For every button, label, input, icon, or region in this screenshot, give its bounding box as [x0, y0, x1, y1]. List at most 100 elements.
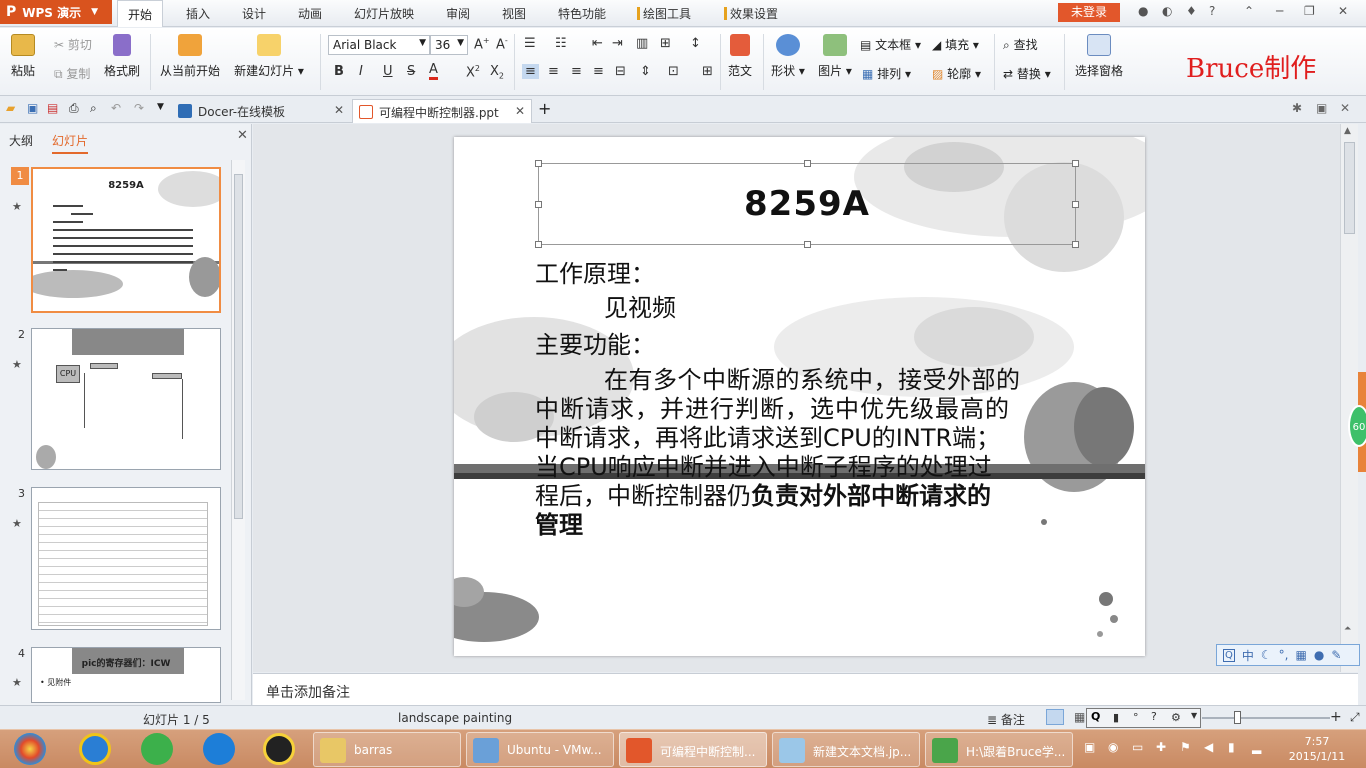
tab-view[interactable]: 视图	[502, 5, 526, 22]
redo-icon[interactable]: ↷	[134, 101, 144, 115]
bullets-icon[interactable]: ☰	[524, 36, 536, 51]
font-color-icon[interactable]: A	[429, 62, 438, 80]
align-left-icon[interactable]: ≡	[522, 64, 539, 79]
resize-handle[interactable]	[804, 241, 811, 248]
chevron-down-icon[interactable]: ▼	[1191, 711, 1197, 720]
arrange-button[interactable]: ▦ 排列 ▾	[862, 65, 911, 82]
resize-handle[interactable]	[535, 160, 542, 167]
zoom-slider-thumb[interactable]	[1234, 711, 1241, 724]
taskbar-item-explorer[interactable]: H:\跟着Bruce学...	[925, 732, 1073, 767]
restore-doc-icon[interactable]: ▣	[1316, 101, 1327, 115]
prev-slide-icon[interactable]: ⏶	[1344, 624, 1351, 634]
slide-thumbnail-4[interactable]: pic的寄存器们：ICW • 见附件	[31, 647, 221, 703]
find-button[interactable]: ⌕ 查找	[1003, 36, 1038, 53]
font-name-select[interactable]: Arial Black ▼	[328, 35, 430, 55]
distribute-icon[interactable]: ⊟	[615, 64, 626, 79]
resize-handle[interactable]	[535, 241, 542, 248]
ime-logo-icon[interactable]: Q	[1223, 648, 1235, 662]
increase-indent-icon[interactable]: ⇥	[612, 36, 623, 51]
taskbar-item-vmware[interactable]: Ubuntu - VMw...	[466, 732, 614, 767]
text-direction-icon[interactable]: ⊞	[660, 36, 671, 51]
maximize-icon[interactable]: ❐	[1304, 4, 1315, 18]
notes-toggle[interactable]: ≣ 备注	[987, 711, 1025, 728]
tray-app-icon[interactable]: ▣	[1084, 740, 1095, 754]
start-button-icon[interactable]	[14, 733, 46, 765]
normal-view-icon[interactable]	[1046, 709, 1064, 725]
font-size-select[interactable]: 36 ▼	[430, 35, 468, 55]
italic-icon[interactable]: I	[359, 64, 363, 79]
outline-button[interactable]: ▨ 轮廓 ▾	[932, 65, 981, 82]
resize-handle[interactable]	[1072, 241, 1079, 248]
wrench-icon[interactable]: ✎	[1331, 648, 1341, 662]
q-icon[interactable]: Q	[1091, 710, 1100, 723]
slide-thumbnail-2[interactable]: CPU	[31, 328, 221, 470]
collapse-ribbon-icon[interactable]: ⌃	[1244, 4, 1254, 18]
body-line-3[interactable]: 中断请求，再将此请求送到CPU的INTR端；	[535, 423, 1000, 453]
open-folder-icon[interactable]: ▰	[6, 101, 15, 115]
qq-icon[interactable]	[263, 733, 295, 765]
tab-review[interactable]: 审阅	[446, 5, 470, 22]
selection-pane-button[interactable]: 选择窗格	[1072, 32, 1126, 79]
play-from-current-button[interactable]: 从当前开始	[158, 32, 222, 79]
resize-handle[interactable]	[804, 160, 811, 167]
tray-flag-icon[interactable]: ⚑	[1180, 740, 1191, 754]
textbox-button[interactable]: ▤ 文本框 ▾	[860, 36, 921, 53]
zoom-slider[interactable]	[1202, 717, 1330, 719]
battery-icon[interactable]: ▮	[1228, 740, 1235, 754]
line-spacing-icon[interactable]: ↕	[690, 36, 701, 51]
notes-placeholder[interactable]: 单击添加备注	[266, 682, 350, 702]
close-doc-icon[interactable]: ✕	[1340, 101, 1350, 115]
tab-drawing-tools[interactable]: 绘图工具	[637, 5, 691, 22]
pen-icon[interactable]: ▮	[1113, 711, 1119, 724]
slide-thumbnail-3[interactable]	[31, 487, 221, 630]
scroll-up-icon[interactable]: ▲	[1344, 126, 1351, 136]
new-slide-button[interactable]: 新建幻灯片 ▾	[225, 32, 313, 79]
close-icon[interactable]: ✕	[515, 104, 525, 118]
side-badge[interactable]: 60	[1348, 405, 1366, 447]
tab-docer-templates[interactable]: Docer-在线模板 ✕	[172, 99, 350, 123]
system-clock[interactable]: 7:57 2015/1/11	[1282, 734, 1352, 764]
wps-app-menu-button[interactable]: P WPS 演示 ▼	[0, 0, 112, 24]
notes-pane[interactable]: 单击添加备注	[253, 673, 1358, 705]
tab-animation[interactable]: 动画	[298, 5, 322, 22]
login-button[interactable]: 未登录	[1058, 3, 1120, 22]
underline-icon[interactable]: U	[383, 64, 393, 79]
picture-button[interactable]: 图片 ▾	[815, 32, 855, 79]
cut-button[interactable]: ✂ 剪切	[54, 36, 92, 53]
tab-home[interactable]: 开始	[117, 0, 164, 27]
decrease-indent-icon[interactable]: ⇤	[592, 36, 603, 51]
user-icon[interactable]: ●	[1314, 648, 1324, 662]
tab-outline[interactable]: 大纲	[9, 132, 33, 149]
paste-button[interactable]: 粘贴	[6, 32, 40, 79]
quick-access-dropdown-icon[interactable]: ▼	[157, 102, 164, 112]
sync-icon[interactable]: ◐	[1162, 4, 1172, 18]
fit-window-icon[interactable]: ⤢	[1350, 710, 1360, 725]
columns-icon[interactable]: ▥	[636, 36, 648, 51]
body-line-6[interactable]: 管理	[535, 510, 583, 540]
tray-drive-icon[interactable]: ▭	[1132, 740, 1143, 754]
tab-current-document[interactable]: 可编程中断控制器.ppt ✕	[352, 99, 532, 123]
subscript-icon[interactable]: X2	[490, 64, 504, 81]
vertical-align-icon[interactable]: ⊡	[668, 64, 679, 79]
taskbar-item-barras[interactable]: barras	[313, 732, 461, 767]
ie-browser-icon[interactable]	[79, 733, 111, 765]
ime-mode-label[interactable]: 中	[1242, 647, 1254, 664]
tab-insert[interactable]: 插入	[186, 5, 210, 22]
ime-punctuation-label[interactable]: °,	[1279, 648, 1289, 662]
skin-icon[interactable]: ●	[1138, 4, 1148, 18]
new-tab-icon[interactable]: +	[538, 99, 551, 118]
justify-icon[interactable]: ≡	[593, 64, 604, 79]
undo-icon[interactable]: ↶	[111, 101, 121, 115]
help-icon[interactable]: ?	[1209, 4, 1215, 18]
print-preview-icon[interactable]: ⌕	[90, 101, 97, 116]
bold-icon[interactable]: B	[334, 64, 344, 79]
heading-principle[interactable]: 工作原理：	[535, 259, 655, 289]
heading-main-functions[interactable]: 主要功能：	[535, 330, 655, 360]
minimize-icon[interactable]: ─	[1276, 4, 1283, 18]
shrink-font-icon[interactable]: A-	[496, 36, 508, 52]
taskbar-item-wps-presentation[interactable]: 可编程中断控制...	[619, 732, 767, 767]
scrollbar-thumb[interactable]	[1344, 142, 1355, 234]
360-browser-icon[interactable]	[141, 733, 173, 765]
slide-title[interactable]: 8259A	[539, 184, 1075, 224]
format-painter-button[interactable]: 格式刷	[102, 32, 142, 79]
